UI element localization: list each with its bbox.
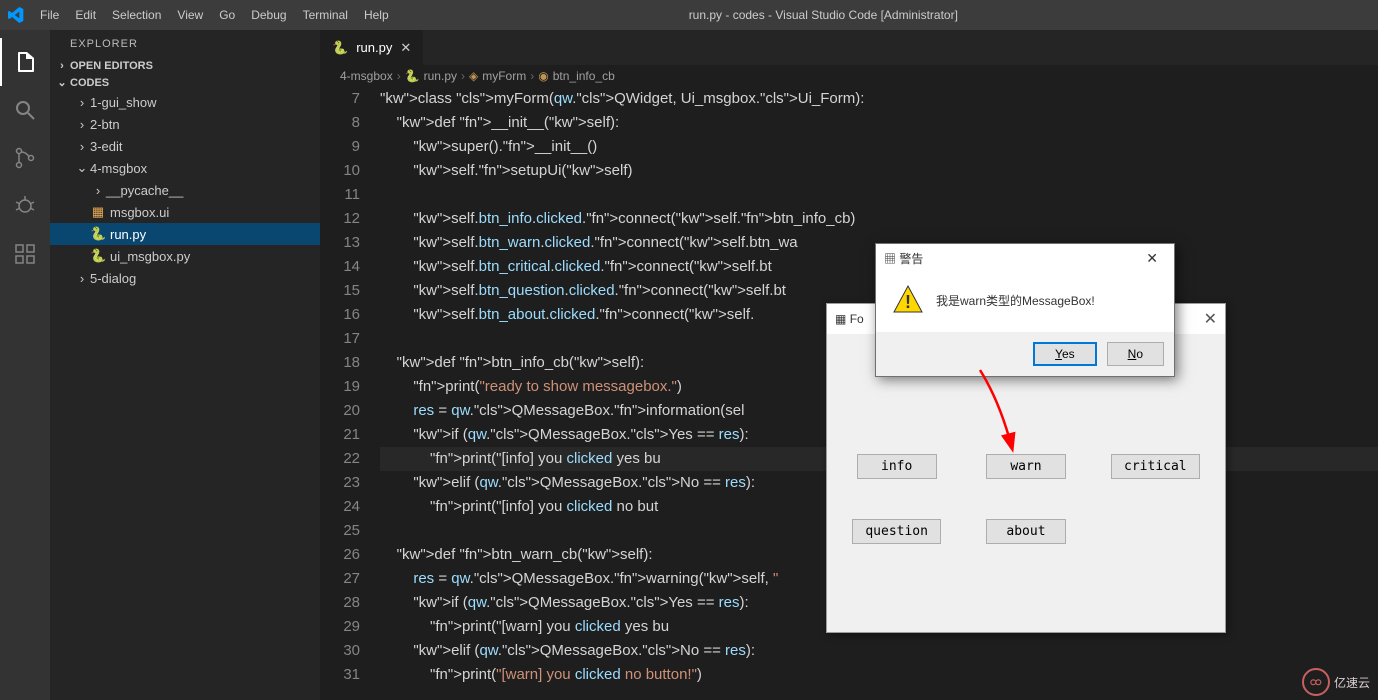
msgbox-title: 警告 <box>899 252 923 266</box>
folder-label: 4-msgbox <box>90 161 147 176</box>
vscode-logo-icon <box>8 7 24 23</box>
codes-label: CODES <box>70 77 109 89</box>
question-button[interactable]: question <box>852 519 941 544</box>
warning-icon: ! <box>892 284 924 316</box>
folder-label: __pycache__ <box>106 183 183 198</box>
close-icon[interactable]: ✕ <box>1204 309 1217 329</box>
watermark: ထ 亿速云 <box>1302 668 1370 696</box>
line-gutter: 7891011121314151617181920212223242526272… <box>320 87 380 700</box>
class-icon: ◈ <box>469 69 478 83</box>
chevron-right-icon: › <box>74 117 90 132</box>
menu-file[interactable]: File <box>32 8 67 22</box>
menu-selection[interactable]: Selection <box>104 8 169 22</box>
open-editors-section[interactable]: ›OPEN EDITORS <box>50 58 320 74</box>
folder-5-dialog[interactable]: ›5-dialog <box>50 267 320 289</box>
python-file-icon: 🐍 <box>332 40 348 56</box>
folder-2-btn[interactable]: ›2-btn <box>50 113 320 135</box>
folder-1-gui-show[interactable]: ›1-gui_show <box>50 91 320 113</box>
msgbox-text: 我是warn类型的MessageBox! <box>936 292 1095 309</box>
tab-label: run.py <box>356 40 392 55</box>
no-button[interactable]: No <box>1107 342 1164 366</box>
codes-section[interactable]: ⌄CODES <box>50 74 320 91</box>
folder-3-edit[interactable]: ›3-edit <box>50 135 320 157</box>
menu-view[interactable]: View <box>169 8 211 22</box>
watermark-text: 亿速云 <box>1334 674 1370 691</box>
folder-pycache[interactable]: ›__pycache__ <box>50 179 320 201</box>
window-icon: ▦ <box>835 312 846 326</box>
menu-terminal[interactable]: Terminal <box>295 8 356 22</box>
watermark-icon: ထ <box>1302 668 1330 696</box>
breadcrumb-item[interactable]: 4-msgbox <box>340 69 393 83</box>
chevron-right-icon: › <box>461 69 465 83</box>
chevron-down-icon: ⌄ <box>54 76 70 89</box>
titlebar: File Edit Selection View Go Debug Termin… <box>0 0 1378 30</box>
tab-bar: 🐍 run.py ✕ <box>320 30 1378 65</box>
folder-label: 1-gui_show <box>90 95 157 110</box>
chevron-right-icon: › <box>74 95 90 110</box>
menu-help[interactable]: Help <box>356 8 397 22</box>
file-ui-msgbox-py[interactable]: 🐍 ui_msgbox.py <box>50 245 320 267</box>
msgbox-body: ! 我是warn类型的MessageBox! <box>876 272 1174 332</box>
tab-run-py[interactable]: 🐍 run.py ✕ <box>320 30 424 65</box>
source-control-icon[interactable] <box>0 134 50 182</box>
warn-button[interactable]: warn <box>986 454 1066 479</box>
folder-label: 5-dialog <box>90 271 136 286</box>
file-label: run.py <box>110 227 146 242</box>
debug-icon[interactable] <box>0 182 50 230</box>
window-title: run.py - codes - Visual Studio Code [Adm… <box>397 8 1250 22</box>
file-label: msgbox.ui <box>110 205 169 220</box>
python-file-icon: 🐍 <box>90 248 106 264</box>
extensions-icon[interactable] <box>0 230 50 278</box>
msgbox-footer: Yes No <box>876 332 1174 376</box>
search-icon[interactable] <box>0 86 50 134</box>
folder-label: 2-btn <box>90 117 120 132</box>
chevron-down-icon: ⌄ <box>74 160 90 176</box>
yes-label: es <box>1062 347 1075 361</box>
file-icon: ▦ <box>90 204 106 220</box>
breadcrumb-item[interactable]: btn_info_cb <box>553 69 615 83</box>
form-title: Fo <box>850 312 864 326</box>
activity-bar <box>0 30 50 700</box>
python-file-icon: 🐍 <box>90 226 106 242</box>
explorer-sidebar: EXPLORER ›OPEN EDITORS ⌄CODES ›1-gui_sho… <box>50 30 320 700</box>
chevron-right-icon: › <box>397 69 401 83</box>
critical-button[interactable]: critical <box>1111 454 1200 479</box>
chevron-right-icon: › <box>74 139 90 154</box>
no-label: o <box>1136 347 1143 361</box>
close-icon[interactable]: ✕ <box>1138 250 1166 267</box>
warning-messagebox[interactable]: ▦ 警告 ✕ ! 我是warn类型的MessageBox! Yes No <box>875 243 1175 377</box>
close-icon[interactable]: ✕ <box>400 40 411 56</box>
chevron-right-icon: › <box>74 271 90 286</box>
folder-label: 3-edit <box>90 139 123 154</box>
breadcrumb-item[interactable]: myForm <box>482 69 526 83</box>
info-button[interactable]: info <box>857 454 937 479</box>
chevron-right-icon: › <box>90 183 106 198</box>
chevron-right-icon: › <box>54 60 70 72</box>
chevron-right-icon: › <box>530 69 534 83</box>
file-msgbox-ui[interactable]: ▦ msgbox.ui <box>50 201 320 223</box>
explorer-icon[interactable] <box>0 38 50 86</box>
folder-4-msgbox[interactable]: ⌄4-msgbox <box>50 157 320 179</box>
open-editors-label: OPEN EDITORS <box>70 60 153 72</box>
method-icon: ◉ <box>538 69 548 83</box>
breadcrumb[interactable]: 4-msgbox › 🐍 run.py › ◈ myForm › ◉ btn_info_cb <box>320 65 1378 87</box>
menu-edit[interactable]: Edit <box>67 8 104 22</box>
python-file-icon: 🐍 <box>405 69 420 83</box>
file-run-py[interactable]: 🐍 run.py <box>50 223 320 245</box>
about-button[interactable]: about <box>986 519 1066 544</box>
breadcrumb-item[interactable]: run.py <box>424 69 457 83</box>
sidebar-title: EXPLORER <box>50 30 320 58</box>
window-icon: ▦ <box>884 252 896 266</box>
msgbox-titlebar[interactable]: ▦ 警告 ✕ <box>876 244 1174 272</box>
menu-debug[interactable]: Debug <box>243 8 294 22</box>
yes-button[interactable]: Yes <box>1033 342 1097 366</box>
menu-go[interactable]: Go <box>211 8 243 22</box>
file-label: ui_msgbox.py <box>110 249 190 264</box>
svg-text:!: ! <box>905 292 911 312</box>
